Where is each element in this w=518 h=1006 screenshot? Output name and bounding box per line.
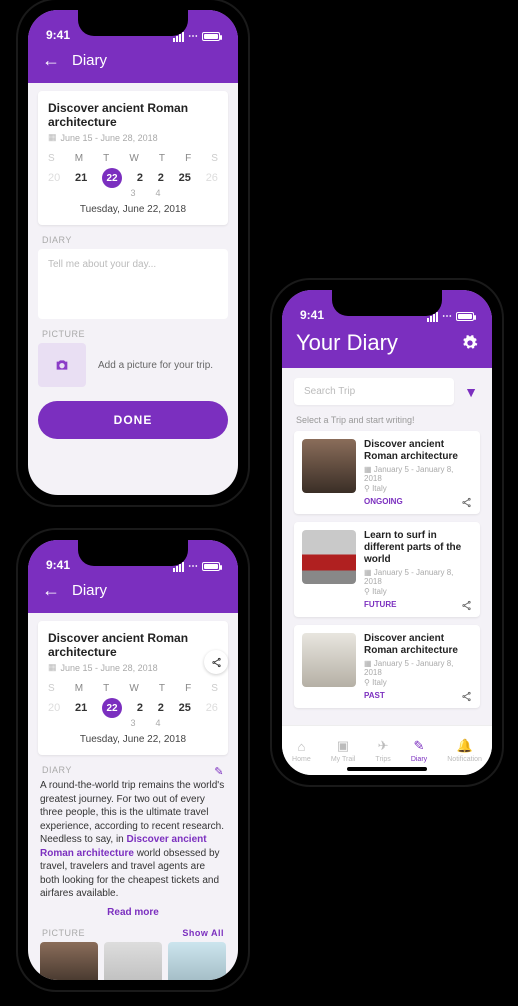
show-all-button[interactable]: Show All bbox=[182, 928, 224, 938]
location-icon: ⚲ bbox=[364, 484, 370, 493]
list-hint: Select a Trip and start writing! bbox=[296, 415, 478, 425]
add-picture-button[interactable] bbox=[38, 343, 86, 387]
trip-image bbox=[302, 530, 356, 584]
picture-thumb[interactable] bbox=[40, 942, 98, 981]
trip-card-title: Discover ancient Roman architecture bbox=[364, 633, 472, 657]
trip-image bbox=[302, 633, 356, 687]
selected-date[interactable]: 22 bbox=[102, 698, 122, 718]
status-bar: 9:41 ⋯ bbox=[28, 540, 238, 574]
date-row[interactable]: 20 21 22 2 2 25 26 bbox=[48, 168, 218, 188]
picture-section-label: PICTURE Show All bbox=[42, 928, 224, 938]
filter-icon[interactable]: ▼ bbox=[462, 384, 480, 400]
nav-item-my-trail[interactable]: ▣My Trail bbox=[331, 738, 356, 763]
location-icon: ⚲ bbox=[364, 587, 370, 596]
status-time: 9:41 bbox=[46, 28, 70, 42]
selected-date-label: Tuesday, June 22, 2018 bbox=[48, 734, 218, 745]
notification-icon: 🔔 bbox=[447, 738, 482, 754]
trip-calendar-card: Discover ancient Roman architecture ▦ Ju… bbox=[38, 91, 228, 225]
trip-card-dates: ▦ January 5 - January 8, 2018 bbox=[364, 568, 472, 586]
trip-card-location: ⚲ Italy bbox=[364, 484, 472, 493]
trip-dates: ▦ June 15 - June 28, 2018 bbox=[48, 132, 218, 143]
done-button[interactable]: DONE bbox=[38, 401, 228, 439]
location-icon: ⚲ bbox=[364, 678, 370, 687]
trip-card-status: PAST bbox=[364, 691, 472, 700]
picture-section-label: PICTURE bbox=[42, 329, 224, 339]
gear-icon[interactable] bbox=[462, 334, 478, 352]
back-icon[interactable]: ← bbox=[42, 50, 60, 71]
picture-row bbox=[40, 942, 226, 981]
calendar-icon: ▦ bbox=[48, 132, 57, 143]
page-title: Your Diary bbox=[296, 330, 398, 356]
nav-item-home[interactable]: ⌂Home bbox=[292, 739, 311, 763]
trip-card-status: ONGOING bbox=[364, 497, 472, 506]
trip-card-title: Learn to surf in different parts of the … bbox=[364, 530, 472, 566]
calendar-icon: ▦ bbox=[48, 662, 57, 673]
trip-card-dates: ▦ January 5 - January 8, 2018 bbox=[364, 465, 472, 483]
search-input[interactable]: Search Trip bbox=[294, 378, 454, 405]
status-bar: 9:41 ⋯ bbox=[282, 290, 492, 324]
page-title: Diary bbox=[72, 582, 107, 599]
weekday-row: S M T W T F S bbox=[48, 153, 218, 164]
trips-icon: ✈ bbox=[375, 738, 390, 754]
picture-hint: Add a picture for your trip. bbox=[98, 360, 213, 371]
trip-title: Discover ancient Roman architecture bbox=[48, 631, 218, 659]
trip-image bbox=[302, 439, 356, 493]
read-more-button[interactable]: Read more bbox=[28, 907, 238, 918]
trip-title: Discover ancient Roman architecture bbox=[48, 101, 218, 129]
picture-thumb[interactable] bbox=[168, 942, 226, 981]
page-title: Diary bbox=[72, 52, 107, 69]
trip-calendar-card: Discover ancient Roman architecture ▦ Ju… bbox=[38, 621, 228, 755]
diary-icon: ✎ bbox=[411, 738, 427, 754]
calendar-icon: ▦ bbox=[364, 465, 372, 474]
nav-item-diary[interactable]: ✎Diary bbox=[411, 738, 427, 763]
diary-body: A round-the-world trip remains the world… bbox=[40, 779, 226, 901]
camera-icon bbox=[54, 357, 70, 373]
share-icon bbox=[211, 657, 222, 668]
diary-section-label: DIARY bbox=[42, 235, 224, 245]
trip-card-location: ⚲ Italy bbox=[364, 678, 472, 687]
share-icon[interactable] bbox=[461, 496, 472, 508]
status-time: 9:41 bbox=[46, 558, 70, 572]
trip-card[interactable]: Discover ancient Roman architecture ▦ Jan… bbox=[294, 625, 480, 708]
picture-thumb[interactable] bbox=[104, 942, 162, 981]
trip-card-dates: ▦ January 5 - January 8, 2018 bbox=[364, 659, 472, 677]
home-indicator bbox=[347, 767, 427, 771]
nav-item-trips[interactable]: ✈Trips bbox=[375, 738, 390, 763]
nav-item-notification[interactable]: 🔔Notification bbox=[447, 738, 482, 763]
share-button[interactable] bbox=[204, 650, 228, 674]
selected-date-label: Tuesday, June 22, 2018 bbox=[48, 204, 218, 215]
trip-dates: ▦ June 15 - June 28, 2018 bbox=[48, 662, 218, 673]
diary-section-label: DIARY ✎ bbox=[42, 765, 224, 775]
calendar-icon: ▦ bbox=[364, 568, 372, 577]
calendar-icon: ▦ bbox=[364, 659, 372, 668]
back-icon[interactable]: ← bbox=[42, 580, 60, 601]
trip-card-title: Discover ancient Roman architecture bbox=[364, 439, 472, 463]
home-icon: ⌂ bbox=[292, 739, 311, 754]
trip-card-status: FUTURE bbox=[364, 600, 472, 609]
my trail-icon: ▣ bbox=[331, 738, 356, 754]
diary-textarea[interactable]: Tell me about your day... bbox=[38, 249, 228, 319]
trip-card[interactable]: Discover ancient Roman architecture ▦ Jan… bbox=[294, 431, 480, 514]
status-time: 9:41 bbox=[300, 308, 324, 322]
share-icon[interactable] bbox=[461, 599, 472, 611]
trip-card[interactable]: Learn to surf in different parts of the … bbox=[294, 522, 480, 617]
status-bar: 9:41 ⋯ bbox=[28, 10, 238, 44]
share-icon[interactable] bbox=[461, 690, 472, 702]
selected-date[interactable]: 22 bbox=[102, 168, 122, 188]
edit-icon[interactable]: ✎ bbox=[214, 765, 224, 778]
trip-card-location: ⚲ Italy bbox=[364, 587, 472, 596]
status-icons: ⋯ bbox=[173, 31, 220, 42]
